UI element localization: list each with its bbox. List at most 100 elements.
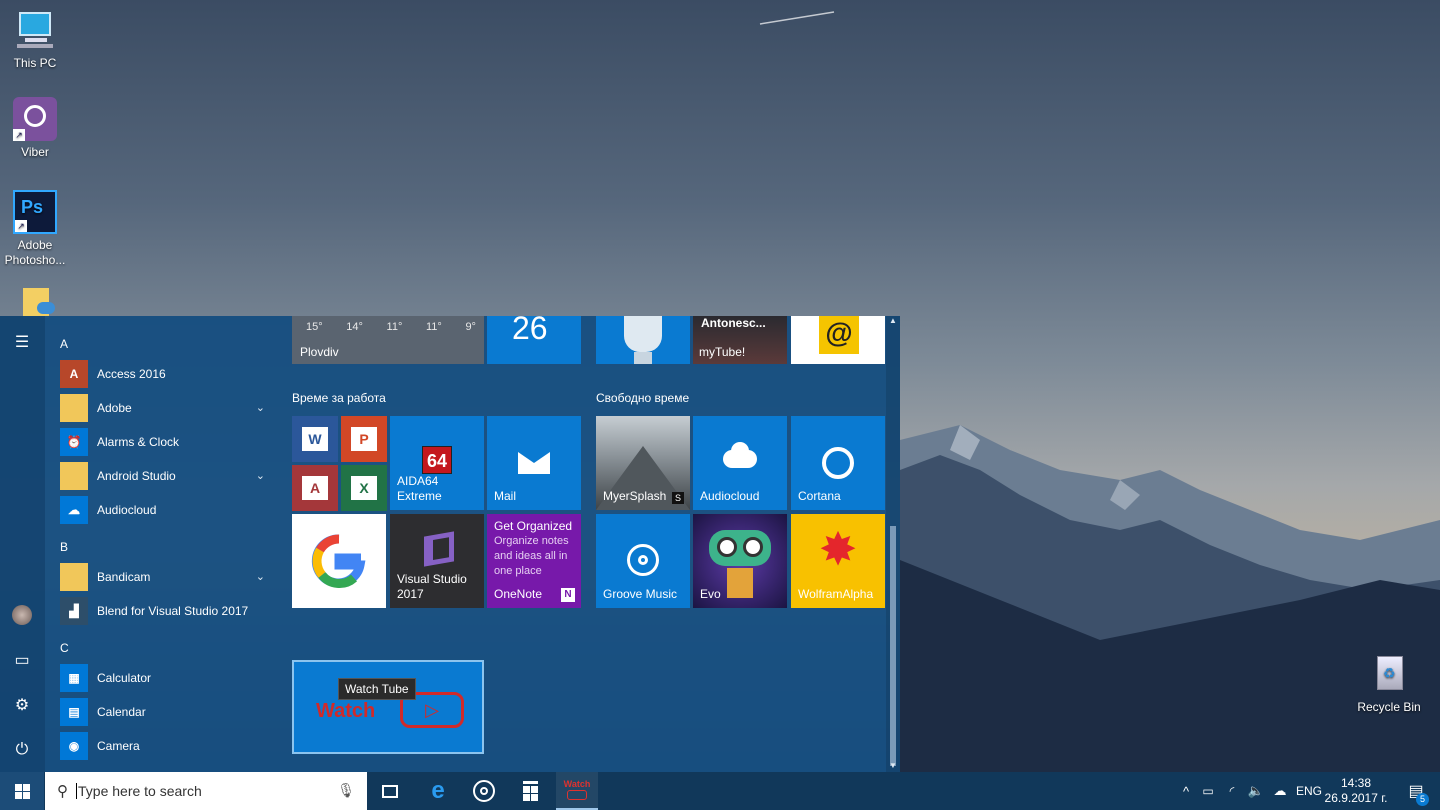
hamburger-menu-icon[interactable]: ☰ xyxy=(10,330,34,354)
weather-temp: 14° xyxy=(346,321,363,333)
app-label: Alarms & Clock xyxy=(97,435,180,449)
app-item-audiocloud[interactable]: ☁ Audiocloud xyxy=(60,495,275,525)
tile-email-app[interactable]: @ xyxy=(791,316,885,364)
tile-wolframalpha[interactable]: ✸ WolframAlpha xyxy=(791,514,885,608)
app-item-camera[interactable]: ◉ Camera xyxy=(60,731,275,761)
settings-gear-icon[interactable]: ⚙ xyxy=(10,693,34,717)
desktop-icon-photoshop[interactable]: Ps ↗ Adobe Photosho... xyxy=(0,190,70,268)
taskbar-edge[interactable]: e xyxy=(416,772,460,810)
tile-calendar[interactable]: 26 xyxy=(487,316,581,364)
desktop-icon-recycle-bin[interactable]: ♻ Recycle Bin xyxy=(1354,652,1424,715)
windows-logo-icon xyxy=(14,783,30,799)
tile-mytube[interactable]: Antonesc... myTube! xyxy=(693,316,787,364)
folder-icon xyxy=(60,563,88,591)
app-item-adobe[interactable]: Adobe ⌄ xyxy=(60,393,275,423)
power-icon[interactable]: ⏻ xyxy=(10,738,34,762)
scroll-up-icon[interactable]: ▲ xyxy=(889,316,897,325)
group-title-work[interactable]: Време за работа xyxy=(292,391,386,405)
tile-mail[interactable]: Mail xyxy=(487,416,581,510)
tile-audiocloud[interactable]: Audiocloud xyxy=(693,416,787,510)
app-item-blend[interactable]: ▟ Blend for Visual Studio 2017 xyxy=(60,596,275,626)
app-label: Calculator xyxy=(97,671,152,685)
tile-label: Evo xyxy=(700,587,721,601)
weather-temp: 15° xyxy=(306,321,323,333)
blend-icon: ▟ xyxy=(60,597,88,625)
desktop-icon-label: Adobe Photosho... xyxy=(4,238,66,267)
taskbar-store[interactable] xyxy=(508,772,552,810)
scroll-down-icon[interactable]: ▼ xyxy=(889,761,897,770)
clock[interactable]: 14:38 26.9.2017 г. xyxy=(1318,772,1394,810)
section-letter[interactable]: A xyxy=(60,337,68,351)
tablet-icon[interactable]: ▭ xyxy=(1196,784,1220,798)
search-box[interactable]: ⚲ Type here to search 🎙 xyxy=(45,772,367,810)
onenote-icon: N xyxy=(561,588,575,602)
scrollbar-thumb[interactable] xyxy=(890,526,896,766)
chevron-down-icon[interactable]: ⌄ xyxy=(256,570,265,583)
app-item-calendar[interactable]: ▤ Calendar xyxy=(60,697,275,727)
desktop-icon-label: This PC xyxy=(13,56,57,70)
tile-label: Mail xyxy=(494,489,517,503)
user-avatar[interactable] xyxy=(10,603,34,627)
tile-visual-studio[interactable]: Visual Studio 2017 xyxy=(390,514,484,608)
chevron-down-icon[interactable]: ⌄ xyxy=(256,401,265,414)
tile-groove-music[interactable]: Groove Music xyxy=(596,514,690,608)
folder-icon xyxy=(60,394,88,422)
tile-excel[interactable]: X xyxy=(341,465,387,511)
app-label: Audiocloud xyxy=(97,503,157,517)
app-item-access[interactable]: A Access 2016 xyxy=(60,359,275,389)
access-icon: A xyxy=(60,360,88,388)
mytube-label: myTube! xyxy=(699,345,746,359)
app-label: Camera xyxy=(97,739,140,753)
tile-cortana[interactable]: Cortana xyxy=(791,416,885,510)
app-item-android-studio[interactable]: Android Studio ⌄ xyxy=(60,461,275,491)
microphone-icon[interactable]: 🎙 xyxy=(337,782,355,799)
action-center-button[interactable]: ▤ 5 xyxy=(1398,772,1434,810)
tile-myersplash[interactable]: MyerSplash S xyxy=(596,416,690,510)
folder-icon xyxy=(60,462,88,490)
tile-google[interactable] xyxy=(292,514,386,608)
powerpoint-icon: P xyxy=(351,427,377,451)
cloud-icon: ☁ xyxy=(60,496,88,524)
section-letter[interactable]: B xyxy=(60,540,68,554)
tile-weather[interactable]: 15° 14° 11° 11° 9° Plovdiv xyxy=(292,316,484,364)
mail-icon xyxy=(518,452,550,474)
start-scrollbar[interactable]: ▲ ▼ xyxy=(886,316,900,772)
tile-watch-tube[interactable]: Watch ▷ Watch Tube xyxy=(292,660,484,754)
taskbar: ⚲ Type here to search 🎙 e Watch ^ ▭ ◜ 🔈 … xyxy=(0,772,1440,810)
desktop-icon-this-pc[interactable]: This PC xyxy=(0,8,70,71)
start-menu: ☰ ▭ ⚙ ⏻ A A Access 2016 Adobe ⌄ ⏰ Alarms… xyxy=(0,316,900,772)
calculator-icon: ▦ xyxy=(60,664,88,692)
chevron-down-icon[interactable]: ⌄ xyxy=(256,469,265,482)
group-title-free[interactable]: Свободно време xyxy=(596,391,689,405)
myersplash-icon: S xyxy=(672,492,684,504)
task-view-button[interactable] xyxy=(368,772,412,810)
tile-evo[interactable]: Evo xyxy=(693,514,787,608)
cortana-icon xyxy=(822,447,854,479)
tile-aida64[interactable]: 64 AIDA64 Extreme xyxy=(390,416,484,510)
start-button[interactable] xyxy=(0,772,44,810)
taskbar-watch-tube[interactable]: Watch xyxy=(556,772,598,810)
app-item-alarms[interactable]: ⏰ Alarms & Clock xyxy=(60,427,275,457)
tile-label: AIDA64 Extreme xyxy=(397,474,442,503)
tile-label: WolframAlpha xyxy=(798,587,874,601)
taskbar-groove[interactable] xyxy=(462,772,506,810)
app-item-bandicam[interactable]: Bandicam ⌄ xyxy=(60,562,275,592)
tile-powerpoint[interactable]: P xyxy=(341,416,387,462)
app-item-calculator[interactable]: ▦ Calculator xyxy=(60,663,275,693)
tile-word[interactable]: W xyxy=(292,416,338,462)
chevron-up-icon[interactable]: ^ xyxy=(1176,784,1196,799)
onedrive-icon[interactable]: ☁ xyxy=(1268,783,1292,799)
volume-icon[interactable]: 🔈 xyxy=(1244,783,1268,799)
app-label: Adobe xyxy=(97,401,132,415)
desktop-icon-viber[interactable]: ↗ Viber xyxy=(0,97,70,160)
section-letter[interactable]: C xyxy=(60,641,69,655)
lightbulb-icon xyxy=(624,316,662,352)
aida64-icon: 64 xyxy=(422,446,452,474)
tile-onenote[interactable]: Get Organized Organize notes and ideas a… xyxy=(487,514,581,608)
tile-access[interactable]: A xyxy=(292,465,338,511)
wifi-icon[interactable]: ◜ xyxy=(1220,784,1244,798)
tile-label: Groove Music xyxy=(603,587,678,601)
documents-icon[interactable]: ▭ xyxy=(10,648,34,672)
tile-lightbulb[interactable] xyxy=(596,316,690,364)
camera-icon: ◉ xyxy=(60,732,88,760)
